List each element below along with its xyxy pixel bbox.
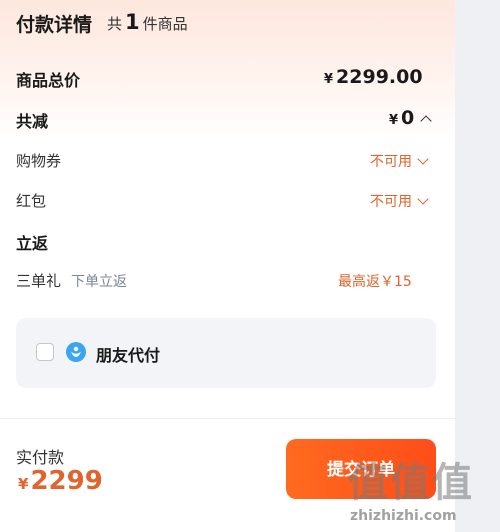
watermark-logo: 值值值: [348, 460, 474, 506]
watermark-url: zhizhizhi.com: [350, 508, 457, 524]
shopping-coupon-selector[interactable]: 不可用: [370, 151, 429, 171]
chevron-down-icon: [417, 153, 429, 165]
actual-pay-label: 实付款: [16, 448, 65, 467]
total-price: ¥2299.00: [324, 66, 423, 88]
red-packet-selector[interactable]: 不可用: [370, 191, 429, 211]
discount-value: 0: [401, 107, 415, 129]
count-prefix: 共: [107, 15, 123, 33]
total-price-label: 商品总价: [16, 71, 81, 90]
actual-currency: ¥: [18, 475, 29, 493]
friend-pay-option[interactable]: 朋友代付: [16, 318, 436, 388]
friend-pay-checkbox[interactable]: [36, 343, 54, 361]
footer-divider: [0, 418, 455, 419]
friend-pay-icon: [66, 342, 86, 362]
chevron-down-icon: [417, 193, 429, 205]
discount-toggle[interactable]: ¥0: [389, 107, 432, 129]
total-currency: ¥: [324, 72, 334, 87]
page-title: 付款详情: [16, 14, 93, 36]
total-price-value: 2299.00: [336, 66, 423, 88]
actual-pay-value: 2299: [30, 466, 103, 496]
rebate-value: 最高返￥15: [338, 274, 412, 290]
rebate-section-label: 立返: [16, 234, 49, 253]
discount-currency: ¥: [389, 113, 399, 128]
shopping-coupon-status: 不可用: [370, 154, 412, 170]
rebate-item-label: 三单礼: [16, 272, 62, 290]
discount-label: 共减: [16, 112, 49, 131]
item-count: 共 1 件商品: [107, 10, 188, 34]
red-packet-status: 不可用: [370, 194, 412, 210]
actual-pay-amount: ¥2299: [18, 466, 103, 496]
friend-pay-label: 朋友代付: [96, 346, 161, 365]
count-suffix: 件商品: [142, 15, 188, 33]
chevron-up-icon: [420, 115, 432, 127]
shopping-coupon-label: 购物券: [16, 152, 62, 170]
rebate-item-sub: 下单立返: [71, 274, 127, 290]
red-packet-label: 红包: [16, 192, 47, 210]
count-number: 1: [125, 10, 140, 34]
